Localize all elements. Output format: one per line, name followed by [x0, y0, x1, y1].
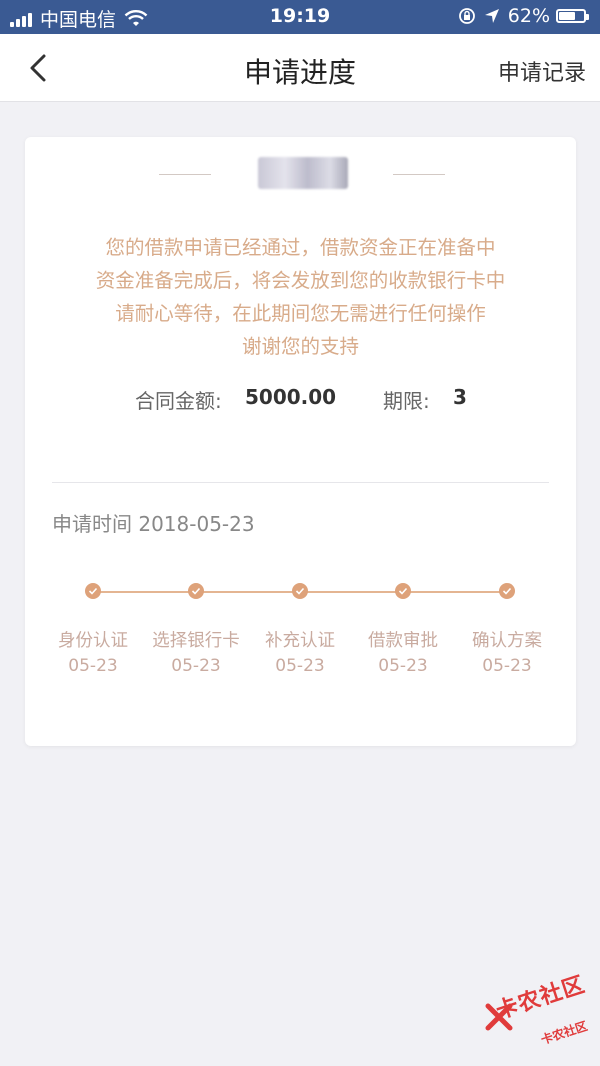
divider	[52, 482, 549, 483]
watermark-text: 卡农社区	[493, 972, 589, 1025]
step-date: 05-23	[275, 656, 325, 676]
progress-step: 身份认证 05-23	[38, 583, 148, 676]
decorative-line-left	[159, 174, 211, 175]
nav-bar: 申请进度 申请记录	[0, 34, 600, 102]
progress-step: 借款审批 05-23	[348, 583, 458, 676]
watermark-subtext: 卡农社区	[539, 1018, 590, 1048]
check-icon	[188, 583, 204, 599]
progress-step: 补充认证 05-23	[245, 583, 355, 676]
step-label: 借款审批	[368, 631, 438, 651]
status-message: 您的借款申请已经通过，借款资金正在准备中 资金准备完成后，将会发放到您的收款银行…	[25, 231, 576, 363]
step-date: 05-23	[482, 656, 532, 676]
message-line: 谢谢您的支持	[241, 335, 359, 358]
term-label: 期限:	[383, 389, 430, 413]
chevron-left-icon	[30, 54, 46, 82]
message-line: 请耐心等待，在此期间您无需进行任何操作	[115, 302, 486, 325]
decorative-line-right	[393, 174, 445, 175]
application-records-link[interactable]: 申请记录	[498, 55, 586, 87]
check-icon	[499, 583, 515, 599]
check-icon	[395, 583, 411, 599]
watermark-logo: 卡农社区 卡农社区	[484, 972, 594, 1052]
progress-step: 确认方案 05-23	[452, 583, 562, 676]
message-line: 资金准备完成后，将会发放到您的收款银行卡中	[95, 269, 506, 292]
term-value: 3	[453, 385, 467, 409]
message-line: 您的借款申请已经通过，借款资金正在准备中	[105, 236, 496, 259]
back-button[interactable]	[22, 50, 58, 86]
contract-amount-value: 5000.00	[245, 385, 337, 409]
rotation-lock-icon	[458, 8, 475, 24]
contract-info: 合同金额: 5000.00 期限: 3	[25, 385, 576, 415]
progress-card: 您的借款申请已经通过，借款资金正在准备中 资金准备完成后，将会发放到您的收款银行…	[25, 137, 576, 746]
check-icon	[85, 583, 101, 599]
battery-percent: 62%	[507, 5, 550, 27]
step-date: 05-23	[378, 656, 428, 676]
apply-time: 申请时间 2018-05-23	[52, 512, 255, 536]
step-date: 05-23	[171, 656, 221, 676]
step-label: 选择银行卡	[152, 631, 240, 651]
check-icon	[292, 583, 308, 599]
step-label: 身份认证	[58, 631, 128, 651]
battery-icon	[556, 9, 589, 23]
status-right: 62%	[458, 5, 589, 27]
step-date: 05-23	[68, 656, 118, 676]
status-bar: 中国电信 19:19 62%	[0, 0, 600, 34]
contract-amount-label: 合同金额:	[135, 389, 222, 413]
progress-step: 选择银行卡 05-23	[141, 583, 251, 676]
step-label: 确认方案	[472, 631, 542, 651]
step-label: 补充认证	[265, 631, 335, 651]
location-icon	[484, 9, 499, 23]
blurred-name	[258, 157, 348, 189]
